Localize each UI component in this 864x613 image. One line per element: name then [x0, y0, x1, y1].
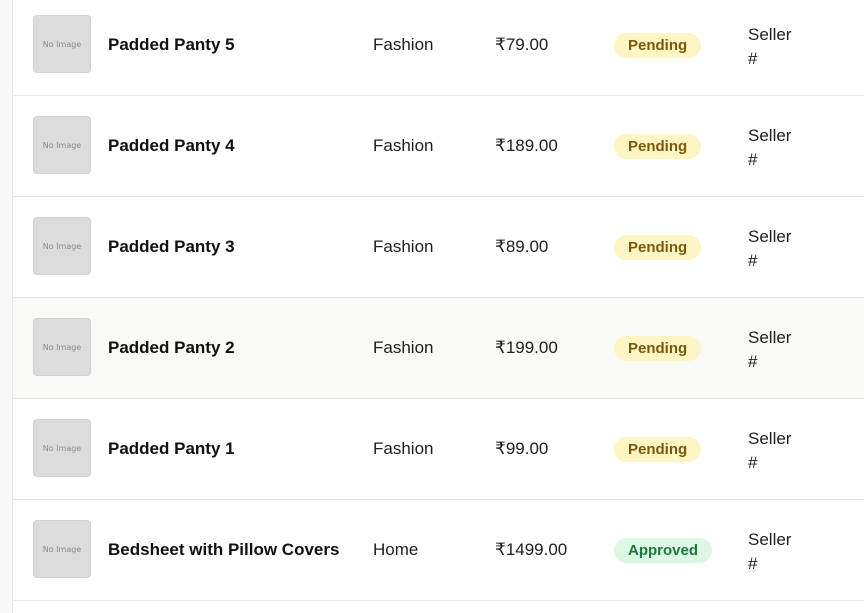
- product-name[interactable]: Padded Panty 2: [108, 298, 235, 398]
- product-list-page: No Image Padded Panty 5 Fashion ₹79.00 P…: [0, 0, 864, 613]
- product-category: Fashion: [373, 35, 434, 54]
- seller-cell: Seller #: [748, 23, 791, 71]
- product-thumbnail: No Image: [33, 520, 91, 578]
- product-name[interactable]: Bedsheet with Pillow Covers: [108, 500, 339, 600]
- no-image-label: No Image: [42, 544, 82, 554]
- product-name[interactable]: Padded Panty 1: [108, 399, 235, 499]
- table-row[interactable]: No Image Padded Panty 4 Fashion ₹189.00 …: [13, 96, 864, 197]
- no-image-label: No Image: [42, 342, 82, 352]
- sidebar-edge: [0, 0, 13, 613]
- status-cell: Approved: [614, 500, 713, 600]
- seller-cell: Seller #: [748, 225, 791, 273]
- seller-link[interactable]: #: [748, 249, 791, 273]
- product-name[interactable]: Padded Panty 4: [108, 96, 235, 196]
- product-name[interactable]: Padded Panty 5: [108, 0, 235, 95]
- product-category: Home: [373, 540, 419, 559]
- product-category: Fashion: [373, 237, 434, 256]
- product-thumbnail: No Image: [33, 15, 91, 73]
- product-thumbnail: No Image: [33, 116, 91, 174]
- status-cell: Pending: [614, 197, 702, 297]
- table-row[interactable]: No Image Padded Panty 5 Fashion ₹79.00 P…: [13, 0, 864, 96]
- product-price: ₹189.00: [495, 136, 558, 155]
- product-price: ₹199.00: [495, 338, 558, 357]
- product-category: Fashion: [373, 338, 434, 357]
- status-badge: Pending: [614, 234, 702, 260]
- table-row[interactable]: No Image Bedsheet with Pillow Covers Hom…: [13, 500, 864, 601]
- table-row[interactable]: No Image Padded Panty 1 Fashion ₹99.00 P…: [13, 399, 864, 500]
- status-cell: Pending: [614, 399, 702, 499]
- seller-label: Seller: [748, 25, 792, 44]
- product-name[interactable]: Padded Panty 3: [108, 197, 235, 297]
- product-price: ₹1499.00: [495, 540, 568, 559]
- status-badge: Pending: [614, 436, 702, 462]
- status-cell: Pending: [614, 298, 702, 398]
- seller-link[interactable]: #: [748, 47, 791, 71]
- products-table: No Image Padded Panty 5 Fashion ₹79.00 P…: [13, 0, 864, 601]
- seller-cell: Seller #: [748, 326, 791, 374]
- seller-link[interactable]: #: [748, 552, 791, 576]
- product-price: ₹79.00: [495, 35, 549, 54]
- seller-label: Seller: [748, 429, 792, 448]
- status-badge: Pending: [614, 335, 702, 361]
- product-price: ₹89.00: [495, 237, 549, 256]
- product-category: Fashion: [373, 136, 434, 155]
- seller-label: Seller: [748, 328, 792, 347]
- no-image-label: No Image: [42, 443, 82, 453]
- product-thumbnail: No Image: [33, 318, 91, 376]
- seller-link[interactable]: #: [748, 451, 791, 475]
- seller-label: Seller: [748, 126, 792, 145]
- status-badge: Pending: [614, 32, 702, 58]
- product-thumbnail: No Image: [33, 217, 91, 275]
- seller-link[interactable]: #: [748, 148, 791, 172]
- seller-label: Seller: [748, 530, 792, 549]
- table-row[interactable]: No Image Padded Panty 3 Fashion ₹89.00 P…: [13, 197, 864, 298]
- seller-cell: Seller #: [748, 427, 791, 475]
- table-row[interactable]: No Image Padded Panty 2 Fashion ₹199.00 …: [13, 298, 864, 399]
- no-image-label: No Image: [42, 39, 82, 49]
- seller-link[interactable]: #: [748, 350, 791, 374]
- seller-cell: Seller #: [748, 528, 791, 576]
- status-badge: Approved: [614, 537, 713, 563]
- seller-cell: Seller #: [748, 124, 791, 172]
- status-cell: Pending: [614, 96, 702, 196]
- product-price: ₹99.00: [495, 439, 549, 458]
- seller-label: Seller: [748, 227, 792, 246]
- no-image-label: No Image: [42, 241, 82, 251]
- no-image-label: No Image: [42, 140, 82, 150]
- product-thumbnail: No Image: [33, 419, 91, 477]
- status-cell: Pending: [614, 0, 702, 95]
- status-badge: Pending: [614, 133, 702, 159]
- product-category: Fashion: [373, 439, 434, 458]
